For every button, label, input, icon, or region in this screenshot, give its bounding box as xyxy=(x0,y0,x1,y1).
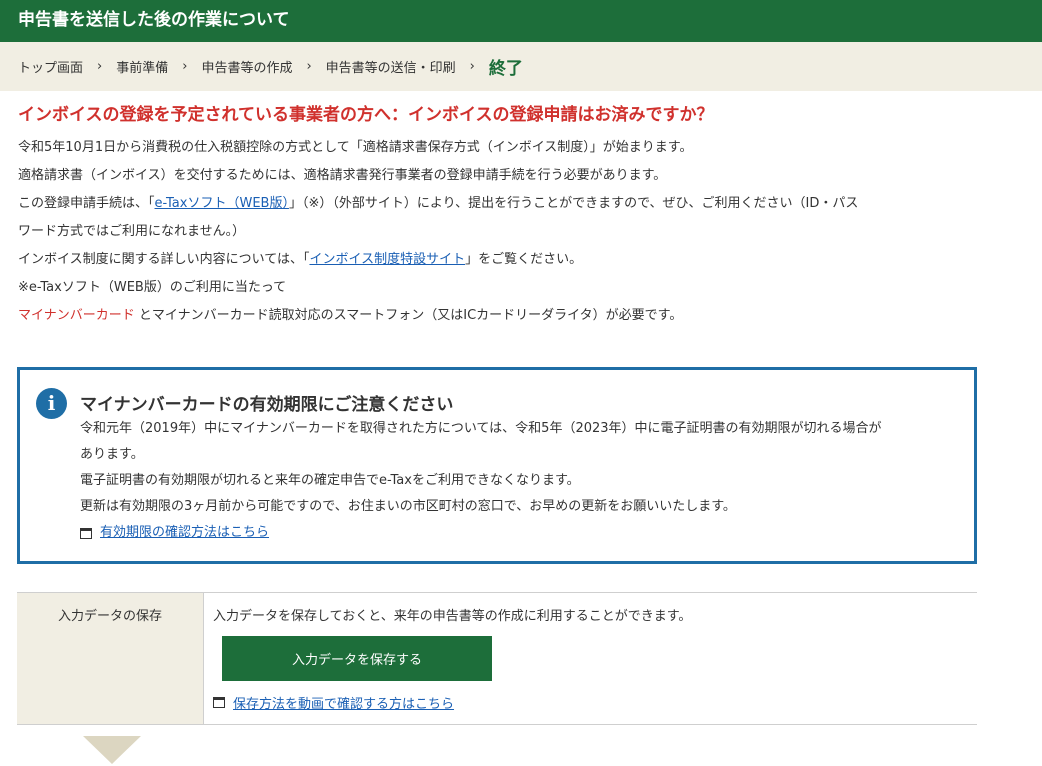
new-window-icon xyxy=(213,697,225,708)
page-title: 申告書を送信した後の作業について xyxy=(18,10,290,30)
breadcrumb: トップ画面 › 事前準備 › 申告書等の作成 › 申告書等の送信・印刷 › 終了 xyxy=(0,42,1042,91)
breadcrumb-item-top: トップ画面 xyxy=(18,61,84,76)
notice-line: 令和5年10月1日から消費税の仕入税額控除の方式として「適格請求書保存方式（イン… xyxy=(18,140,693,155)
notice-line: 適格請求書（インボイス）を交付するためには、適格請求書発行事業者の登録申請手続を… xyxy=(18,168,667,183)
save-data-content: 入力データを保存しておくと、来年の申告書等の作成に利用することができます。 入力… xyxy=(204,593,977,724)
expiry-check-link[interactable]: 有効期限の確認方法はこちら xyxy=(100,520,269,546)
notice-line: この登録申請手続は、「e-Taxソフト（WEB版）」（※）（外部サイト）により、… xyxy=(18,196,859,211)
chevron-right-icon: › xyxy=(97,59,103,74)
down-arrow-icon xyxy=(83,736,141,764)
invoice-notice: インボイスの登録を予定されている事業者の方へ：インボイスの登録申請はお済みですか… xyxy=(18,100,1028,330)
info-line: あります。 xyxy=(80,447,144,462)
info-line: 令和元年（2019年）中にマイナンバーカードを取得された方については、令和5年（… xyxy=(80,421,882,436)
info-box-body: 令和元年（2019年）中にマイナンバーカードを取得された方については、令和5年（… xyxy=(80,416,960,546)
breadcrumb-item-send-print: 申告書等の送信・印刷 xyxy=(325,61,456,76)
info-icon: i xyxy=(36,388,67,419)
notice-line: ワード方式ではご利用になれません。） xyxy=(18,224,246,239)
info-line: 電子証明書の有効期限が切れると来年の確定申告でe-Taxをご利用できなくなります… xyxy=(80,473,580,488)
notice-line: マイナンバーカード とマイナンバーカード読取対応のスマートフォン（又はICカード… xyxy=(18,308,683,323)
chevron-right-icon: › xyxy=(182,59,188,74)
save-data-section: 入力データの保存 入力データを保存しておくと、来年の申告書等の作成に利用すること… xyxy=(17,592,977,725)
my-number-expiry-box: i マイナンバーカードの有効期限にご注意ください 令和元年（2019年）中にマイ… xyxy=(17,367,977,564)
invoice-notice-body: 令和5年10月1日から消費税の仕入税額控除の方式として「適格請求書保存方式（イン… xyxy=(18,134,1028,330)
etax-web-link[interactable]: e-Taxソフト（WEB版） xyxy=(155,196,289,211)
save-data-label: 入力データの保存 xyxy=(17,593,204,724)
breadcrumb-current-finish: 終了 xyxy=(488,59,523,79)
info-box-title: マイナンバーカードの有効期限にご注意ください xyxy=(80,395,454,415)
breadcrumb-item-preparation: 事前準備 xyxy=(116,61,169,76)
expiry-check-link-row: 有効期限の確認方法はこちら xyxy=(80,520,960,546)
my-number-card-text: マイナンバーカード xyxy=(18,308,135,323)
info-line: 更新は有効期限の3ヶ月前から可能ですので、お住まいの市区町村の窓口で、お早めの更… xyxy=(80,499,736,514)
save-data-button[interactable]: 入力データを保存する xyxy=(222,636,492,681)
save-video-link[interactable]: 保存方法を動画で確認する方はこちら xyxy=(233,693,454,712)
page-header: 申告書を送信した後の作業について xyxy=(0,0,1042,42)
save-data-description: 入力データを保存しておくと、来年の申告書等の作成に利用することができます。 xyxy=(213,609,692,624)
invoice-special-site-link[interactable]: インボイス制度特設サイト xyxy=(309,252,465,267)
breadcrumb-item-create: 申告書等の作成 xyxy=(201,61,293,76)
chevron-right-icon: › xyxy=(306,59,312,74)
save-video-link-row: 保存方法を動画で確認する方はこちら xyxy=(213,693,454,712)
notice-line: ※e-Taxソフト（WEB版）のご利用に当たって xyxy=(18,280,287,295)
new-window-icon xyxy=(80,527,92,539)
chevron-right-icon: › xyxy=(469,59,475,74)
invoice-notice-title: インボイスの登録を予定されている事業者の方へ：インボイスの登録申請はお済みですか… xyxy=(18,105,714,125)
notice-line: インボイス制度に関する詳しい内容については、「インボイス制度特設サイト」をご覧く… xyxy=(18,252,583,267)
